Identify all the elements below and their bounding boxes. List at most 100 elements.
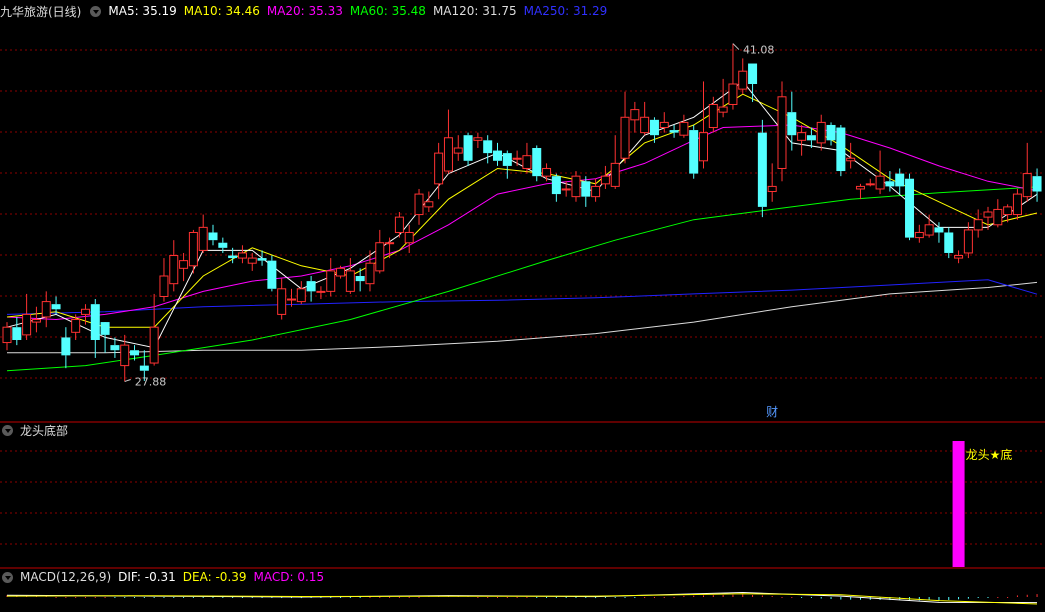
macd-title[interactable]: MACD(12,26,9) [20,570,111,584]
signal-label: 龙头★底 [966,447,1013,462]
candle-down [1032,176,1042,192]
candle-up [365,262,375,285]
candle-up [2,326,12,344]
ma60-label: MA60: 35.48 [349,4,426,18]
candle-down [826,124,836,141]
candle-down [12,327,22,340]
low-marker [124,378,131,382]
candle-up [247,257,257,264]
candle-up [345,270,355,292]
candle-up [600,175,610,185]
candle-up [679,121,689,136]
main-chart-header: 九华旅游(日线) MA5: 35.19 MA10: 34.46 MA20: 35… [0,1,614,21]
candle-down [130,350,140,356]
candle-down [757,132,767,207]
candle-down [934,227,944,233]
candle-up [1003,206,1013,216]
candle-up [434,152,444,185]
candle-up [473,137,483,141]
candle-down [267,260,277,289]
candle-down [502,153,512,166]
candle-up [71,319,81,333]
candle-up [875,175,885,190]
candle-up [699,132,709,162]
candle-up [1022,173,1032,198]
candle-up [561,188,571,191]
candle-down [905,178,915,238]
candle-down [669,130,679,133]
ma-settings-icon[interactable] [90,5,102,17]
candle-up [846,157,856,162]
stock-title[interactable]: 九华旅游(日线) [0,3,81,20]
candle-up [797,132,807,141]
candle-up [865,183,875,186]
candle-up [640,116,650,134]
candle-up [914,231,924,239]
ma20-label: MA20: 35.33 [266,4,343,18]
candle-up [453,147,463,154]
chart-root[interactable]: 41.08 27.88 财龙头★底 九华旅游(日线) MA5: 35.19 MA10… [0,0,1045,612]
candle-up [777,96,787,169]
candle-up [169,255,179,285]
candle-down [208,232,218,241]
candle-down [806,135,816,141]
signal-bar [952,441,965,567]
candle-down [895,173,905,187]
candle-up [571,175,581,198]
candle-up [954,255,964,259]
candle-up [620,116,630,159]
ma5-label: MA5: 35.19 [108,4,177,18]
macd-dif-label: DIF: -0.31 [118,570,176,584]
candle-down [689,130,699,174]
candle-down [61,337,71,356]
candle-up [983,211,993,218]
candle-up [149,326,159,364]
candle-down [649,119,659,136]
candle-up [610,162,620,187]
candle-up [159,275,169,297]
candle-up [404,231,414,244]
candle-down [463,135,473,161]
candle-down [944,232,954,253]
candle-down [836,127,846,172]
candle-up [31,319,41,323]
candle-down [218,242,228,248]
indicator-title[interactable]: 龙头底部 [20,422,68,439]
candle-down [306,281,316,292]
indicator-settings-icon[interactable] [2,424,13,436]
candle-down [139,365,149,371]
candle-up [591,185,601,198]
candle-up [767,185,777,193]
ma120-label: MA120: 31.75 [432,4,517,18]
high-price-label: 41.08 [743,44,775,57]
candle-up [120,344,130,367]
candle-down [551,176,561,195]
candle-up [41,301,51,318]
candle-up [22,313,32,336]
low-price-label: 27.88 [135,375,167,388]
candle-down [532,148,542,177]
candle-down [51,304,61,310]
high-marker [732,43,740,50]
candle-up [336,267,346,277]
candle-up [414,193,424,216]
candle-down [100,322,110,335]
candle-up [385,242,395,245]
kline-chart[interactable]: 41.08 27.88 财龙头★底 [0,0,1045,612]
candle-down [493,150,502,161]
ma250-label: MA250: 31.29 [523,4,608,18]
candle-up [718,106,728,113]
candle-up [394,216,404,233]
candle-down [110,345,120,351]
candle-up [1012,193,1022,216]
candle-up [80,308,90,315]
candle-up [326,270,336,292]
candle-down [228,255,238,259]
candle-up [424,201,434,208]
candle-up [630,109,640,121]
macd-settings-icon[interactable] [2,571,13,583]
candle-up [542,167,552,177]
candle-up [316,290,326,293]
candle-up [188,231,198,267]
candle-down [787,112,797,136]
